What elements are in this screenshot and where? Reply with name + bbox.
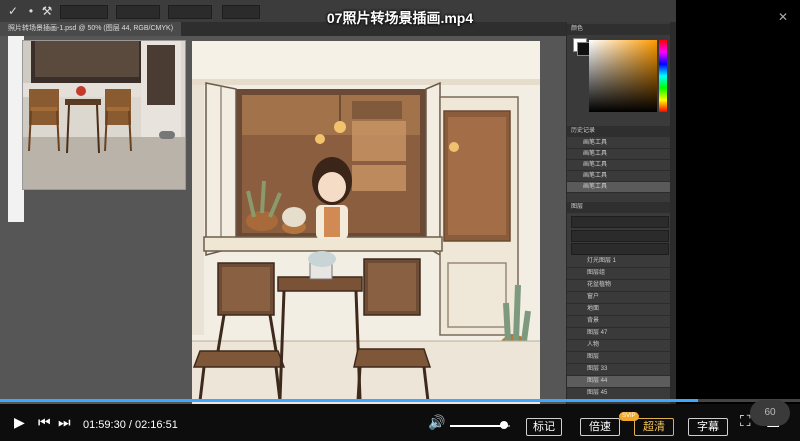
- history-item[interactable]: 画笔工具: [567, 138, 671, 149]
- layer-name: 灯光图层 1: [587, 258, 617, 264]
- history-item[interactable]: 画笔工具: [567, 149, 671, 160]
- history-item-active[interactable]: 画笔工具: [567, 182, 671, 193]
- note-button[interactable]: 标记: [526, 418, 562, 436]
- color-picker-field[interactable]: [589, 40, 657, 112]
- subtitle-button[interactable]: 字幕: [688, 418, 728, 436]
- layer-row[interactable]: 背景: [567, 316, 671, 328]
- history-item[interactable]: 画笔工具: [567, 171, 671, 182]
- video-title: 07照片转场景插画.mp4: [326, 10, 474, 26]
- layer-name: 图层 45: [587, 390, 608, 396]
- layer-row[interactable]: 地面: [567, 304, 671, 316]
- volume-slider[interactable]: [450, 421, 510, 429]
- fullscreen-icon[interactable]: ⛶: [740, 413, 751, 430]
- next-icon[interactable]: ⏭: [58, 414, 71, 431]
- history-item-label: 画笔工具: [583, 184, 608, 190]
- layer-filter-field[interactable]: [571, 216, 669, 228]
- history-item-label: 画笔工具: [583, 173, 608, 179]
- layer-row[interactable]: 人物: [567, 340, 671, 352]
- volume-fill: [450, 425, 504, 427]
- reference-photo: [22, 40, 186, 190]
- reference-photo-image: [23, 41, 185, 189]
- layer-name: 地面: [587, 306, 600, 312]
- taskbar-badge: 60: [750, 400, 790, 426]
- play-icon[interactable]: ▶: [14, 414, 25, 431]
- history-panel-title-label: 历史记录: [571, 128, 596, 134]
- progress-bar[interactable]: [0, 399, 800, 402]
- lock-fill-row[interactable]: [571, 243, 669, 255]
- layer-name: 花盆植物: [587, 282, 612, 288]
- layer-row[interactable]: 灯光图层 1: [567, 256, 671, 268]
- history-item[interactable]: 画笔工具: [567, 160, 671, 171]
- layer-row[interactable]: 窗户: [567, 292, 671, 304]
- layer-row[interactable]: 图层 33: [567, 364, 671, 376]
- layer-name: 人物: [587, 342, 600, 348]
- layers-panel-title-label: 图层: [571, 204, 584, 210]
- history-item-label: 画笔工具: [583, 162, 608, 168]
- player-controls: ▶ ⏮ ⏭ 01:59:30 / 02:16:51 🔊 标记 倍速 SVIP 超…: [0, 404, 800, 441]
- photoshop-window: ✓ • ⚒ 照片转场景插画-1.psd @ 50% (图层 44, RGB/CM…: [0, 0, 676, 404]
- layer-name: 背景: [587, 318, 600, 324]
- hue-slider[interactable]: [659, 40, 667, 112]
- layer-row[interactable]: 图层组: [567, 268, 671, 280]
- blend-mode-field[interactable]: [571, 230, 669, 242]
- layer-name: 图层组: [587, 270, 606, 276]
- volume-icon[interactable]: 🔊: [428, 414, 445, 431]
- time-display: 01:59:30 / 02:16:51: [83, 419, 178, 431]
- history-item-label: 画笔工具: [583, 140, 608, 146]
- history-panel-title[interactable]: 历史记录: [567, 126, 676, 137]
- illustration-drawing: [192, 41, 540, 404]
- layer-name: 图层: [587, 354, 600, 360]
- volume-knob[interactable]: [500, 421, 508, 429]
- panels-dock: 颜色 历史记录 画笔工具 画笔工具 画笔工具 画笔工具 画笔工具 图层 灯光图层…: [566, 22, 676, 404]
- layers-panel-title[interactable]: 图层: [567, 202, 676, 213]
- layer-row-selected[interactable]: 图层 44: [567, 376, 671, 388]
- layer-row[interactable]: 图层 47: [567, 328, 671, 340]
- layer-name: 图层 33: [587, 366, 608, 372]
- layer-name: 图层 44: [587, 378, 608, 384]
- player-side-area: ✕: [676, 0, 800, 404]
- progress-fill: [0, 399, 699, 402]
- layer-row[interactable]: 花盆植物: [567, 280, 671, 292]
- illustration-artboard[interactable]: [192, 41, 540, 404]
- speed-button[interactable]: 倍速: [580, 418, 620, 436]
- layer-row[interactable]: 图层: [567, 352, 671, 364]
- canvas-area[interactable]: [0, 36, 566, 404]
- previous-icon[interactable]: ⏮: [38, 414, 51, 431]
- layer-name: 图层 47: [587, 330, 608, 336]
- total-time: 02:16:51: [135, 419, 178, 431]
- layer-name: 窗户: [587, 294, 600, 300]
- current-time: 01:59:30: [83, 419, 126, 431]
- history-item-label: 画笔工具: [583, 151, 608, 157]
- quality-button[interactable]: 超清: [634, 418, 674, 436]
